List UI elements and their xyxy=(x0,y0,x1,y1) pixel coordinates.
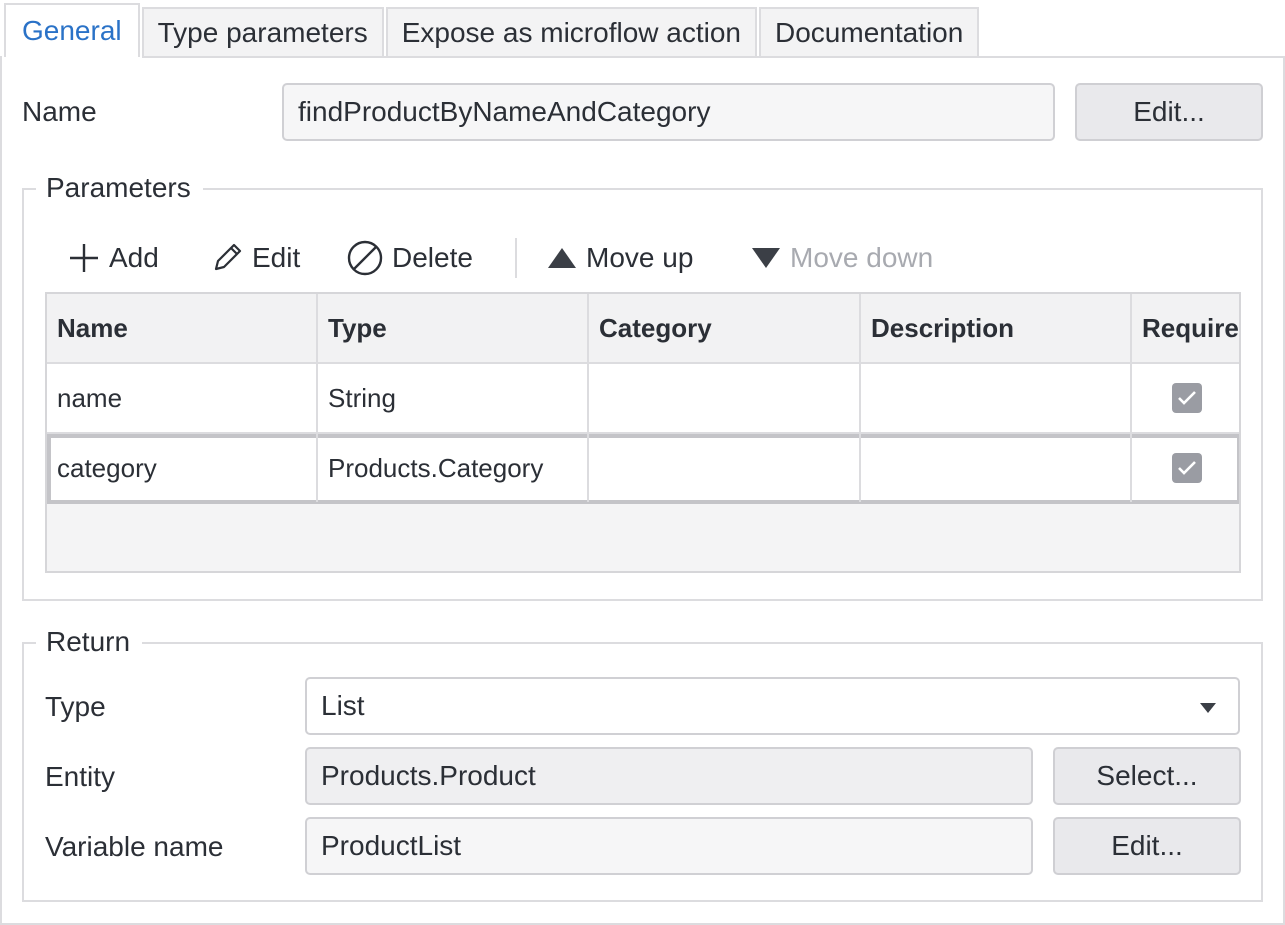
column-header-required[interactable]: Require xyxy=(1132,294,1239,362)
column-header-description[interactable]: Description xyxy=(861,294,1132,362)
variable-name-field[interactable]: ProductList xyxy=(305,817,1033,875)
variable-name-label: Variable name xyxy=(45,831,224,862)
prohibited-icon xyxy=(347,240,383,276)
cell-description xyxy=(861,364,1132,432)
tab-documentation[interactable]: Documentation xyxy=(759,7,980,57)
cell-type: Products.Category xyxy=(318,434,589,502)
tab-expose-as-microflow-action[interactable]: Expose as microflow action xyxy=(385,7,757,57)
name-edit-button[interactable]: Edit... xyxy=(1075,83,1263,141)
return-type-select[interactable]: List xyxy=(305,677,1240,735)
add-parameter-button[interactable]: Add xyxy=(67,236,159,280)
cell-description xyxy=(861,434,1132,502)
return-type-label: Type xyxy=(45,691,106,722)
delete-label: Delete xyxy=(392,242,473,273)
entity-label: Entity xyxy=(45,761,116,792)
move-up-button[interactable]: Move up xyxy=(546,236,693,280)
triangle-down-icon xyxy=(752,248,780,268)
cell-category xyxy=(589,364,861,432)
cell-category xyxy=(589,434,861,502)
parameters-title: Parameters xyxy=(36,172,203,204)
cell-name: name xyxy=(47,364,318,432)
cell-required xyxy=(1132,364,1239,432)
parameters-table[interactable]: Name Type Category Description Require n… xyxy=(45,292,1241,573)
table-header: Name Type Category Description Require xyxy=(47,294,1239,364)
entity-select-button[interactable]: Select... xyxy=(1053,747,1241,805)
required-checkbox[interactable] xyxy=(1171,383,1202,413)
cell-name: category xyxy=(47,434,318,502)
triangle-up-icon xyxy=(548,248,576,268)
cell-required xyxy=(1132,434,1239,502)
check-icon xyxy=(1177,391,1196,405)
tab-general[interactable]: General xyxy=(4,3,140,57)
chevron-down-icon xyxy=(1200,703,1216,713)
pencil-icon xyxy=(214,243,242,271)
return-type-value: List xyxy=(321,690,365,721)
table-row[interactable]: name String xyxy=(47,364,1239,434)
move-down-button[interactable]: Move down xyxy=(750,236,933,280)
move-up-label: Move up xyxy=(586,242,694,273)
variable-name-edit-button[interactable]: Edit... xyxy=(1053,817,1241,875)
plus-icon xyxy=(70,244,98,272)
edit-parameter-button[interactable]: Edit xyxy=(210,236,300,280)
name-field[interactable]: findProductByNameAndCategory xyxy=(282,83,1055,141)
toolbar-separator xyxy=(515,238,517,278)
column-header-category[interactable]: Category xyxy=(589,294,861,362)
return-title: Return xyxy=(36,626,143,658)
table-row[interactable]: category Products.Category xyxy=(47,434,1239,504)
add-label: Add xyxy=(109,242,159,273)
name-label: Name xyxy=(22,96,97,127)
check-icon xyxy=(1177,461,1196,475)
required-checkbox[interactable] xyxy=(1171,453,1202,483)
tab-type-parameters[interactable]: Type parameters xyxy=(141,7,384,57)
entity-field[interactable]: Products.Product xyxy=(305,747,1033,805)
move-down-label: Move down xyxy=(790,242,934,273)
delete-parameter-button[interactable]: Delete xyxy=(346,236,473,280)
cell-type: String xyxy=(318,364,589,432)
column-header-name[interactable]: Name xyxy=(47,294,318,362)
edit-label: Edit xyxy=(252,242,301,273)
column-header-type[interactable]: Type xyxy=(318,294,589,362)
tab-bar: General Type parameters Expose as microf… xyxy=(4,3,981,57)
